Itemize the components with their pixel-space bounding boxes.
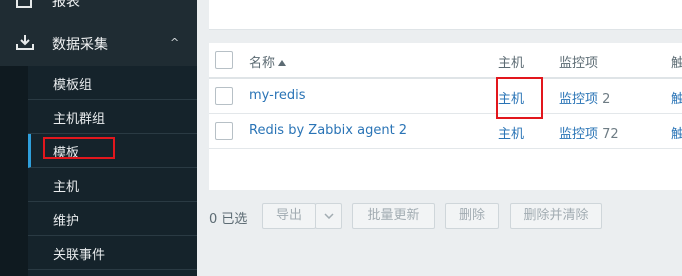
sidebar-item-event-correlation[interactable]: 关联事件 xyxy=(28,236,197,270)
items-cell: 监控项 2 xyxy=(559,88,610,107)
sidebar-item-label: 维护 xyxy=(53,214,80,229)
items-cell: 监控项 72 xyxy=(559,123,619,142)
sidebar-item-maintenance[interactable]: 维护 xyxy=(28,202,197,236)
sidebar-item-label: 主机群组 xyxy=(53,112,106,127)
template-name-link[interactable]: my-redis xyxy=(249,88,306,103)
column-header-items: 监控项 xyxy=(559,56,599,71)
hosts-link[interactable]: 主机 xyxy=(498,123,524,142)
table-row: Redis by Zabbix agent 2 主机 监控项 72 触 xyxy=(209,114,682,149)
sidebar-item-label: 关联事件 xyxy=(53,248,106,263)
chevron-up-icon[interactable]: ^ xyxy=(170,36,179,49)
sidebar-submenu: 模板组 主机群组 模板 主机 维护 关联事件 xyxy=(0,66,197,276)
export-dropdown-button[interactable] xyxy=(315,203,342,229)
column-header-name[interactable]: 名称 xyxy=(249,52,287,71)
column-header-triggers: 触 xyxy=(671,56,682,71)
table-row: my-redis 主机 监控项 2 触 xyxy=(209,79,682,114)
reports-icon xyxy=(16,0,32,8)
chevron-down-icon xyxy=(323,212,334,219)
delete-button[interactable]: 删除 xyxy=(445,203,499,229)
items-link[interactable]: 监控项 xyxy=(559,92,598,107)
items-link[interactable]: 监控项 xyxy=(559,127,598,142)
selected-count: 0 已选 xyxy=(209,212,248,227)
sidebar: 报表 数据采集 ^ 模板组 主机群组 模板 主机 维护 关联事件 xyxy=(0,0,197,276)
templates-table: 名称 主机 监控项 触 my-redis 主机 监控项 2 触 Redis by… xyxy=(209,43,682,190)
sidebar-item-label: 报表 xyxy=(52,0,80,10)
sidebar-item-label: 主机 xyxy=(53,180,80,195)
sidebar-item-host-groups[interactable]: 主机群组 xyxy=(28,100,197,134)
sidebar-item-hosts[interactable]: 主机 xyxy=(28,168,197,202)
column-header-label: 名称 xyxy=(249,56,276,71)
sidebar-section-label: 数据采集 xyxy=(52,37,108,53)
triggers-link[interactable]: 触 xyxy=(671,88,682,107)
items-count: 2 xyxy=(602,92,611,107)
column-header-hosts: 主机 xyxy=(498,56,525,71)
table-footer: 0 已选 导出 批量更新 删除 删除并清除 xyxy=(209,203,682,229)
row-checkbox[interactable] xyxy=(215,122,233,140)
template-name-link[interactable]: Redis by Zabbix agent 2 xyxy=(249,123,407,138)
mass-update-button[interactable]: 批量更新 xyxy=(352,203,435,229)
table-header: 名称 主机 监控项 触 xyxy=(209,43,682,79)
sort-asc-icon xyxy=(278,60,287,66)
select-all-checkbox[interactable] xyxy=(215,51,233,69)
triggers-link[interactable]: 触 xyxy=(671,123,682,142)
sidebar-section-data-collection[interactable]: 数据采集 ^ xyxy=(0,20,197,66)
sidebar-item-label: 模板组 xyxy=(53,78,93,93)
sidebar-item-reports[interactable]: 报表 xyxy=(0,0,197,20)
items-count: 72 xyxy=(602,127,619,142)
row-checkbox[interactable] xyxy=(215,87,233,105)
download-icon xyxy=(16,35,34,50)
filter-panel xyxy=(209,0,682,30)
sidebar-item-template-groups[interactable]: 模板组 xyxy=(28,66,197,100)
sidebar-item-templates[interactable]: 模板 xyxy=(28,134,197,168)
export-button[interactable]: 导出 xyxy=(262,203,316,229)
submenu-rail xyxy=(0,66,28,276)
sidebar-item-label: 模板 xyxy=(53,146,80,161)
hosts-link[interactable]: 主机 xyxy=(498,88,524,107)
delete-and-clear-button[interactable]: 删除并清除 xyxy=(510,203,602,229)
